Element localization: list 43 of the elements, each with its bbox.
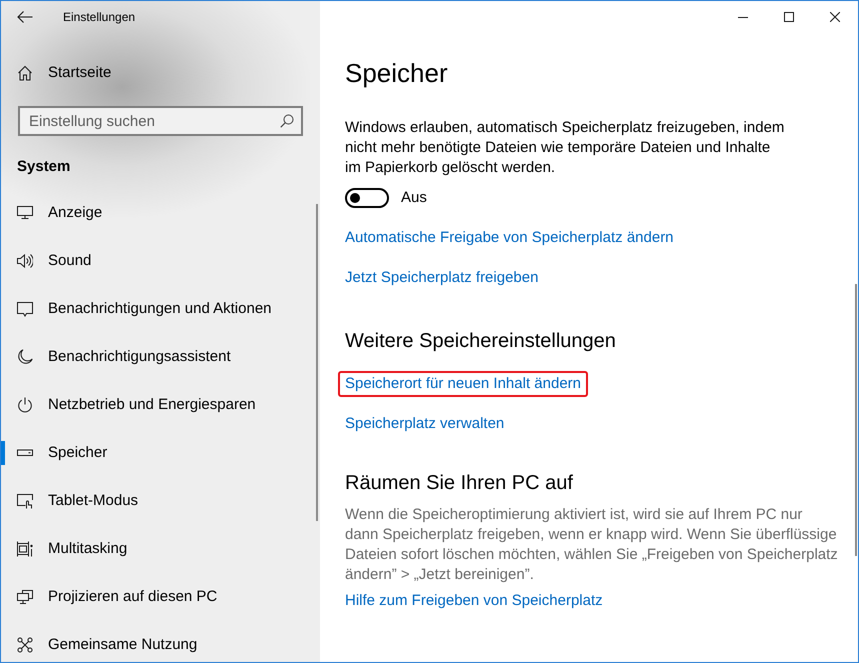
sidebar-item[interactable]: Projizieren auf diesen PC xyxy=(1,581,320,613)
speech-bubble-icon xyxy=(17,301,33,317)
window-title: Einstellungen xyxy=(63,9,136,25)
home-item[interactable]: Startseite xyxy=(1,49,320,97)
page-title: Speicher xyxy=(345,57,448,90)
sidebar-item[interactable]: Benachrichtigungsassistent xyxy=(1,341,320,373)
link[interactable]: Hilfe zum Freigeben von Speicherplatz xyxy=(345,591,603,611)
link[interactable]: Automatische Freigabe von Speicherplatz ändern xyxy=(345,228,674,248)
speaker-icon xyxy=(17,253,33,269)
monitors-icon xyxy=(17,589,33,605)
toggle-label: Aus xyxy=(401,188,427,208)
maximize-icon xyxy=(784,12,794,22)
house-icon xyxy=(17,65,33,81)
sidebar-item[interactable]: Benachrichtigungen und Aktionen xyxy=(1,293,320,325)
share-icon xyxy=(17,637,33,653)
description-text: Windows erlauben, automatisch Speicherplatz freizugeben, indem nicht mehr benötigte Dateien wie temporäre Dateien und Inhalte im Papierkorb gelöscht werden. xyxy=(345,118,786,178)
power-icon xyxy=(17,397,33,413)
window-stack-icon xyxy=(17,541,33,557)
sidebar-item[interactable]: Netzbetrieb und Energiesparen xyxy=(1,389,320,421)
sidebar-item[interactable]: Sound xyxy=(1,245,320,277)
tablet-touch-icon xyxy=(17,493,33,509)
moon-icon xyxy=(17,349,33,365)
link[interactable]: Jetzt Speicherplatz freigeben xyxy=(345,268,538,288)
scrollbar-thumb[interactable] xyxy=(855,284,857,556)
back-arrow-icon xyxy=(17,11,33,23)
sidebar-item[interactable]: Gemeinsame Nutzung xyxy=(1,629,320,661)
monitor-icon xyxy=(17,205,33,221)
section-heading: System xyxy=(17,157,72,177)
toggle-switch[interactable] xyxy=(345,188,389,208)
sidebar-item[interactable]: Tablet-Modus xyxy=(1,485,320,517)
sidebar-item[interactable]: Speicher xyxy=(1,437,320,469)
scrollbar-thumb[interactable] xyxy=(316,204,318,521)
section-heading: Räumen Sie Ihren PC auf xyxy=(345,471,573,496)
description-text: Wenn die Speicheroptimierung aktiviert ist, wird sie auf Ihrem PC nur dann Speicherplatz freigeben, wenn er knapp wird. Wenn Sie überflüssige Dateien sofort löschen möchten, wählen Sie „Freigeben von Speicherplatz ändern” > „Jetzt bereinigen”. xyxy=(345,505,838,585)
section-heading: Weitere Speichereinstellungen xyxy=(345,329,616,354)
sidebar-item[interactable]: Anzeige xyxy=(1,197,320,229)
link[interactable]: Speicherort für neuen Inhalt ändern xyxy=(338,371,588,397)
minimize-icon xyxy=(738,16,748,18)
search-field[interactable]: Einstellung suchen xyxy=(18,106,303,136)
link[interactable]: Speicherplatz verwalten xyxy=(345,414,504,434)
close-icon xyxy=(830,12,840,22)
sidebar-item[interactable]: Multitasking xyxy=(1,533,320,565)
search-icon xyxy=(280,114,294,128)
